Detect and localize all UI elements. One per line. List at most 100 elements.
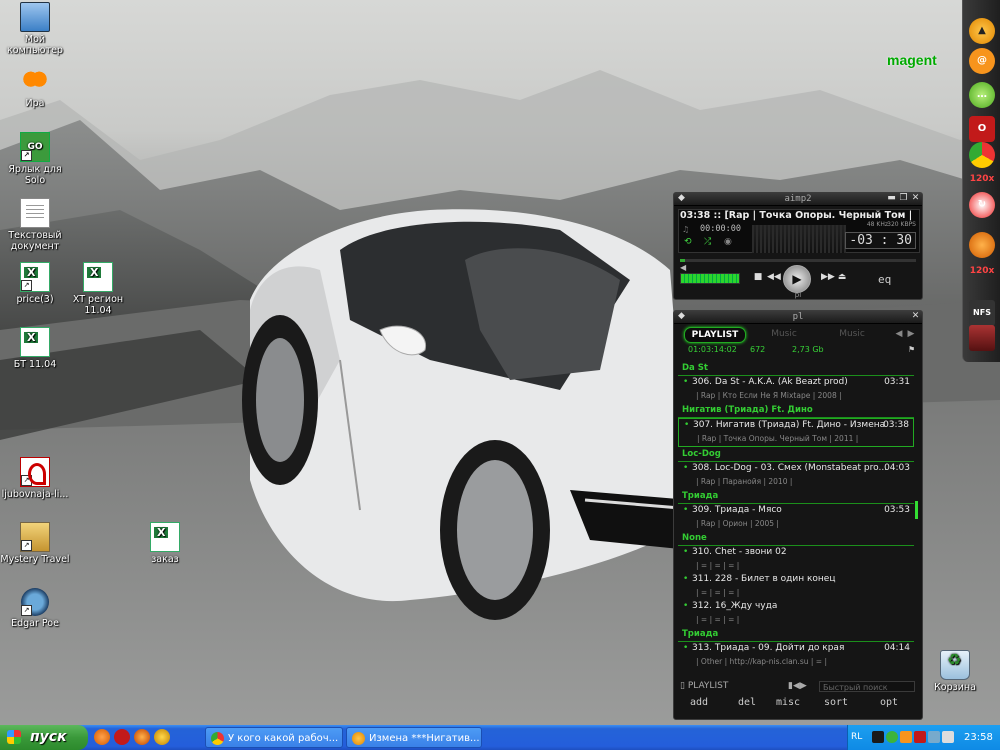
track-row[interactable]: 313. Триада - 09. Дойти до края 04:14	[678, 642, 914, 655]
add-button[interactable]: add	[690, 697, 708, 708]
desktop-icon-zakaz[interactable]: заказ	[130, 522, 200, 565]
playlist-track[interactable]: 307. Нигатив (Триада) Ft. Дино - Измена0…	[678, 418, 914, 447]
close-icon[interactable]: ✕	[911, 194, 920, 203]
magent-gadget-label[interactable]: magent	[887, 52, 937, 68]
nfs-game-icon[interactable]: NFS	[969, 300, 995, 326]
playlist-scrollbar[interactable]	[915, 501, 918, 519]
eject-icon[interactable]: ⏏	[836, 271, 848, 283]
equalizer-button[interactable]: eq	[878, 273, 891, 286]
flag-icon[interactable]: ⚑	[908, 345, 915, 354]
desktop-icon-edgar-poe[interactable]: ↗ Edgar Poe	[0, 588, 70, 629]
desktop-icon-bt[interactable]: БТ 11.04	[0, 327, 70, 370]
firefox-quicklaunch-icon[interactable]	[134, 729, 150, 745]
player-footer-label[interactable]: pl	[674, 291, 922, 299]
network-tray-icon[interactable]	[928, 731, 940, 743]
playlist-track[interactable]: 306. Da St - A.K.A. (Ak Beazt prod) 03:31…	[678, 376, 914, 403]
playlist-titlebar[interactable]: ◆ pl ✕	[674, 311, 922, 324]
playlist-track[interactable]: 312. 16_Жду чуда | = | = | = |	[678, 600, 914, 627]
track-duration: 03:53	[884, 505, 910, 515]
desktop-icon-pdf[interactable]: ↗ ljubovnaja-li...	[0, 457, 70, 500]
track-title: 308. Loc-Dog - 03. Смех (Monstabeat pro.…	[692, 463, 888, 473]
track-row[interactable]: 307. Нигатив (Триада) Ft. Дино - Измена0…	[679, 419, 913, 432]
clock[interactable]: 23:58	[964, 725, 993, 750]
sort-button[interactable]: sort	[824, 697, 848, 708]
track-row[interactable]: 312. 16_Жду чуда	[678, 600, 914, 613]
playlist-track[interactable]: 308. Loc-Dog - 03. Смех (Monstabeat pro.…	[678, 462, 914, 489]
track-row[interactable]: 306. Da St - A.K.A. (Ak Beazt prod) 03:31	[678, 376, 914, 389]
repeat-icon[interactable]: ⟲	[684, 237, 692, 247]
minimize-icon[interactable]: ▬	[887, 194, 896, 203]
icq-chat-icon[interactable]: …	[969, 82, 995, 108]
desktop-icon-my-computer[interactable]: Мой компьютер	[0, 2, 70, 56]
tab-music[interactable]: Music	[762, 327, 806, 341]
playlist-group-header[interactable]: Триада	[678, 489, 914, 504]
desktop-icon-ira[interactable]: Ира	[0, 68, 70, 109]
desktop-icon-recycle-bin[interactable]: Корзина	[920, 650, 990, 693]
playlist-group-header[interactable]: Триада	[678, 627, 914, 642]
close-icon[interactable]: ✕	[911, 312, 920, 321]
track-info: | = | = | = |	[696, 588, 740, 597]
playlist-group-header[interactable]: Da St	[678, 361, 914, 376]
playlist-group-header[interactable]: None	[678, 531, 914, 546]
playlist-track[interactable]: 313. Триада - 09. Дойти до края 04:14 | Ot…	[678, 642, 914, 669]
language-indicator[interactable]: RL	[851, 725, 862, 750]
playlist-track[interactable]: 311. 228 - Билет в один конец | = | = | =…	[678, 573, 914, 600]
quick-search-input[interactable]: Быстрый поиск	[819, 681, 915, 692]
playlist-group-header[interactable]: Loc-Dog	[678, 447, 914, 462]
tray-icon[interactable]	[914, 731, 926, 743]
desktop-icon-xt-region[interactable]: XT регион 11.04	[63, 262, 133, 316]
player-titlebar[interactable]: ◆ aimp2 ▬ ❐ ✕	[674, 193, 922, 206]
badge-120x-icon[interactable]: 120x	[969, 258, 995, 284]
opt-button[interactable]: opt	[880, 697, 898, 708]
track-row[interactable]: 310. Chet - звони 02	[678, 546, 914, 559]
tab-next-icon[interactable]: ▶	[906, 327, 916, 341]
tab-prev-icon[interactable]: ◀	[894, 327, 904, 341]
play-button[interactable]: ▶	[783, 265, 811, 293]
next-icon[interactable]: ▶▶	[821, 271, 835, 283]
taskbar-window-aimp[interactable]: Измена ***Нигатив...	[346, 727, 482, 748]
playlist-group-header[interactable]: Нигатив (Триада) Ft. Дино	[678, 403, 914, 418]
shuffle-icon[interactable]: ⤮	[704, 237, 711, 247]
aimp-icon[interactable]: ▲	[969, 18, 995, 44]
badge-120x-icon[interactable]: 120x	[969, 166, 995, 192]
stream-icon[interactable]: ◉	[724, 237, 732, 247]
mail-at-icon[interactable]: @	[969, 48, 995, 74]
firefox-icon[interactable]	[969, 232, 995, 258]
playlist-track[interactable]: 310. Chet - звони 02 | = | = | = |	[678, 546, 914, 573]
misc-button[interactable]: misc	[776, 697, 800, 708]
refresh-icon[interactable]: ↻	[969, 192, 995, 218]
badge-text: 120x	[969, 266, 995, 276]
stop-icon[interactable]: ■	[752, 271, 764, 283]
desktop-icon-text-document[interactable]: Текстовый документ	[0, 198, 70, 252]
opera-icon[interactable]: O	[969, 116, 995, 142]
remaining-time[interactable]: -03 : 30	[845, 232, 916, 249]
previous-icon[interactable]: ◀◀	[767, 271, 781, 283]
desktop-icon-solo-shortcut[interactable]: GO ↗ Ярлык для Solo	[0, 132, 70, 186]
start-button[interactable]: пуск	[0, 725, 88, 750]
desktop-icon-mystery-travel[interactable]: ↗ Mystery Travel	[0, 522, 70, 565]
chrome-icon[interactable]	[969, 142, 995, 168]
icq-tray-icon[interactable]	[886, 731, 898, 743]
playlist-track[interactable]: 309. Триада - Мясо 03:53 | Rap | Орион | 2…	[678, 504, 914, 531]
app-dock: ▲ @ … O 120x ↻ 120x NFS	[962, 0, 1000, 362]
playlist-nav-icon[interactable]: ▮◀▶	[788, 681, 807, 691]
playlist-count: 672	[750, 345, 766, 354]
track-row[interactable]: 309. Триада - Мясо 03:53	[678, 504, 914, 517]
track-row[interactable]: 311. 228 - Билет в один конец	[678, 573, 914, 586]
mail-quicklaunch-icon[interactable]	[94, 729, 110, 745]
lightning-quicklaunch-icon[interactable]	[154, 729, 170, 745]
tab-music-2[interactable]: Music	[830, 327, 874, 341]
opera-quicklaunch-icon[interactable]	[114, 729, 130, 745]
tray-icon[interactable]	[872, 731, 884, 743]
seek-bar[interactable]	[680, 259, 916, 262]
volume-slider[interactable]	[680, 273, 740, 284]
tray-icon[interactable]	[900, 731, 912, 743]
restore-icon[interactable]: ❐	[899, 194, 908, 203]
tab-playlist[interactable]: PLAYLIST	[684, 327, 746, 343]
taskbar-window-browser[interactable]: У кого какой рабоч...	[205, 727, 343, 748]
volume-tray-icon[interactable]	[942, 731, 954, 743]
track-row[interactable]: 308. Loc-Dog - 03. Смех (Monstabeat pro.…	[678, 462, 914, 475]
desktop-icon-price[interactable]: ↗ price(3)	[0, 262, 70, 305]
game-icon[interactable]	[969, 325, 995, 351]
del-button[interactable]: del	[738, 697, 756, 708]
